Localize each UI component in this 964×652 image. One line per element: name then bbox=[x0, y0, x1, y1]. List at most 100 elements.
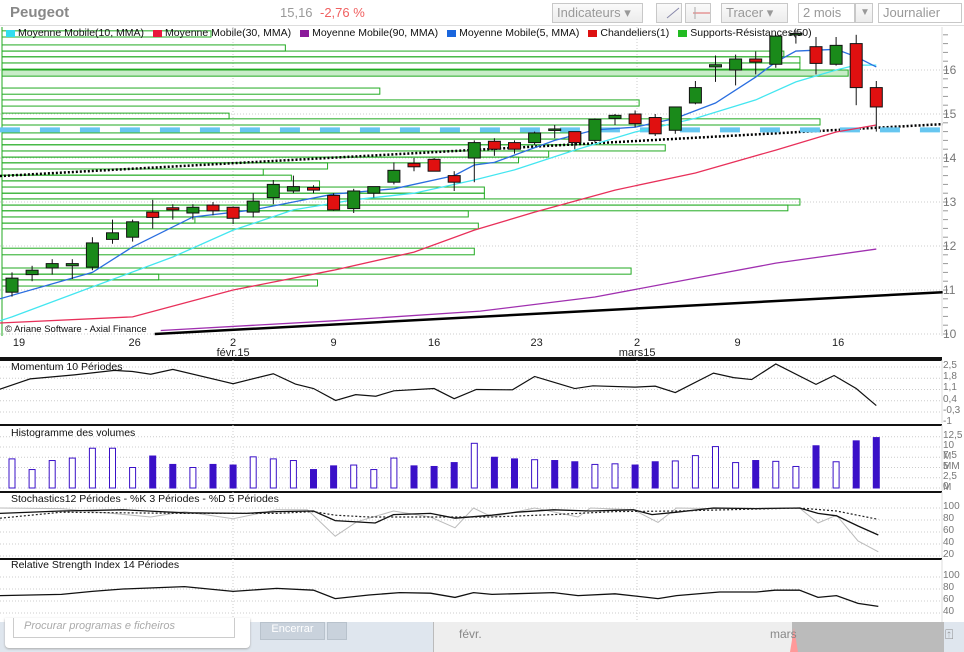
candle-body bbox=[407, 162, 421, 168]
legend-label: Supports-Résistances(50) bbox=[690, 27, 812, 39]
legend-label: Moyenne Mobile(10, MMA) bbox=[18, 27, 145, 39]
volume-bar bbox=[189, 467, 197, 489]
timeline-label: mars bbox=[770, 627, 797, 641]
chart-legend: Moyenne Mobile(10, MMA) Moyenne Mobile(30… bbox=[6, 27, 812, 39]
candle-body bbox=[869, 87, 883, 108]
volume-bar bbox=[370, 469, 378, 489]
timeline-selection[interactable] bbox=[792, 622, 944, 652]
volume-bar bbox=[752, 460, 760, 489]
candle-body bbox=[628, 113, 642, 125]
y-axis-label: 1,1 bbox=[943, 382, 957, 394]
shutdown-button[interactable]: Encerrar bbox=[260, 622, 325, 640]
volume-bar bbox=[511, 458, 518, 489]
candle-body bbox=[588, 118, 602, 141]
candle-body bbox=[427, 158, 441, 172]
volume-bar bbox=[812, 445, 820, 489]
candle-body bbox=[809, 46, 823, 64]
candle-body bbox=[286, 186, 300, 192]
month-label: févr.15 bbox=[216, 347, 250, 359]
y-axis-label: 15 bbox=[943, 107, 957, 121]
x-axis-label: 16 bbox=[832, 337, 844, 349]
volume-bar bbox=[691, 455, 699, 489]
volume-bar bbox=[872, 437, 880, 489]
volume-bar bbox=[772, 460, 780, 489]
volume-bar bbox=[390, 457, 398, 489]
legend-swatch-icon bbox=[447, 29, 457, 37]
y-axis-label: 20 bbox=[943, 549, 955, 560]
candle-body bbox=[226, 206, 240, 219]
volume-bar bbox=[671, 460, 679, 489]
volume-bar bbox=[350, 464, 358, 489]
volume-bar bbox=[169, 463, 177, 489]
volume-bar bbox=[792, 465, 800, 489]
candle-body bbox=[769, 35, 783, 65]
volume-bar bbox=[732, 462, 740, 489]
chart-canvas[interactable] bbox=[0, 0, 964, 622]
candle-body bbox=[146, 211, 160, 218]
candle-body bbox=[367, 186, 381, 194]
y-axis-label: 0 bbox=[943, 481, 949, 492]
month-label: mars15 bbox=[618, 347, 656, 359]
volume-bar bbox=[430, 465, 438, 489]
x-axis-label: 2 mars15 bbox=[619, 337, 656, 359]
legend-item[interactable]: Supports-Résistances(50) bbox=[678, 27, 812, 39]
legend-swatch-icon bbox=[6, 29, 15, 37]
volume-bar bbox=[591, 463, 599, 489]
timeline-navigator[interactable]: févr. mars bbox=[433, 622, 944, 652]
candle-body bbox=[266, 183, 280, 199]
volume-bar bbox=[289, 460, 297, 489]
shutdown-options-button[interactable] bbox=[327, 622, 347, 640]
legend-swatch-icon bbox=[300, 29, 310, 37]
candle-body bbox=[849, 43, 863, 89]
y-axis-label: 0,4 bbox=[943, 393, 957, 405]
support-resistance-zone bbox=[1, 69, 849, 77]
candle-body bbox=[106, 232, 119, 240]
candle-body bbox=[709, 64, 722, 68]
y-axis-label: 80 bbox=[943, 582, 955, 593]
y-axis-label: 14 bbox=[943, 151, 957, 165]
candle-body bbox=[327, 194, 341, 211]
start-search-panel: Procurar programas e ficheiros bbox=[5, 618, 250, 648]
legend-item[interactable]: Chandeliers(1) bbox=[588, 27, 669, 39]
day-label: 16 bbox=[831, 337, 845, 349]
candle-body bbox=[729, 58, 743, 71]
volume-bar bbox=[450, 462, 458, 489]
x-axis-label: 26 bbox=[128, 337, 140, 349]
candle-body bbox=[548, 128, 562, 131]
y-axis-label: -0,3 bbox=[943, 404, 961, 416]
volume-bar bbox=[651, 461, 659, 489]
legend-item[interactable]: Moyenne Mobile(90, MMA) bbox=[300, 27, 438, 39]
candle-body bbox=[688, 87, 702, 104]
candle-body bbox=[126, 221, 140, 238]
x-axis-label: 19 bbox=[13, 337, 25, 349]
candle-body bbox=[749, 58, 763, 63]
timeline-expand-icon[interactable]: ⍐ bbox=[945, 626, 953, 643]
y-axis-label: 1,8 bbox=[943, 371, 957, 383]
candle-body bbox=[528, 132, 542, 144]
legend-label: Moyenne Mobile(5, MMA) bbox=[459, 27, 580, 39]
volume-bar bbox=[531, 459, 539, 489]
x-axis-label: 9 bbox=[735, 337, 741, 349]
day-label: 23 bbox=[530, 337, 543, 349]
y-axis-label: 80 bbox=[943, 513, 955, 524]
y-axis-label: 40 bbox=[943, 537, 955, 548]
y-axis-label: 100 bbox=[943, 501, 960, 512]
y-axis-label: 40 bbox=[943, 606, 955, 617]
candle-body bbox=[508, 142, 521, 150]
volume-bar bbox=[269, 458, 277, 489]
legend-item[interactable]: Moyenne Mobile(5, MMA) bbox=[447, 27, 579, 39]
volume-bar bbox=[8, 458, 16, 489]
search-input[interactable]: Procurar programas e ficheiros bbox=[13, 618, 235, 638]
candle-body bbox=[668, 106, 682, 131]
candle-body bbox=[487, 140, 501, 150]
legend-item[interactable]: Moyenne Mobile(30, MMA) bbox=[153, 27, 291, 39]
candle-body bbox=[608, 114, 622, 119]
copyright-label: © Ariane Software - Axial Finance bbox=[5, 324, 147, 335]
y-axis-label: 16 bbox=[943, 63, 957, 77]
volume-bar bbox=[28, 469, 36, 489]
volume-bar bbox=[611, 463, 619, 489]
candle-body bbox=[246, 200, 260, 213]
x-axis-label: 2 févr.15 bbox=[217, 337, 250, 359]
legend-item[interactable]: Moyenne Mobile(10, MMA) bbox=[6, 27, 144, 39]
legend-label: Moyenne Mobile(90, MMA) bbox=[312, 27, 439, 39]
